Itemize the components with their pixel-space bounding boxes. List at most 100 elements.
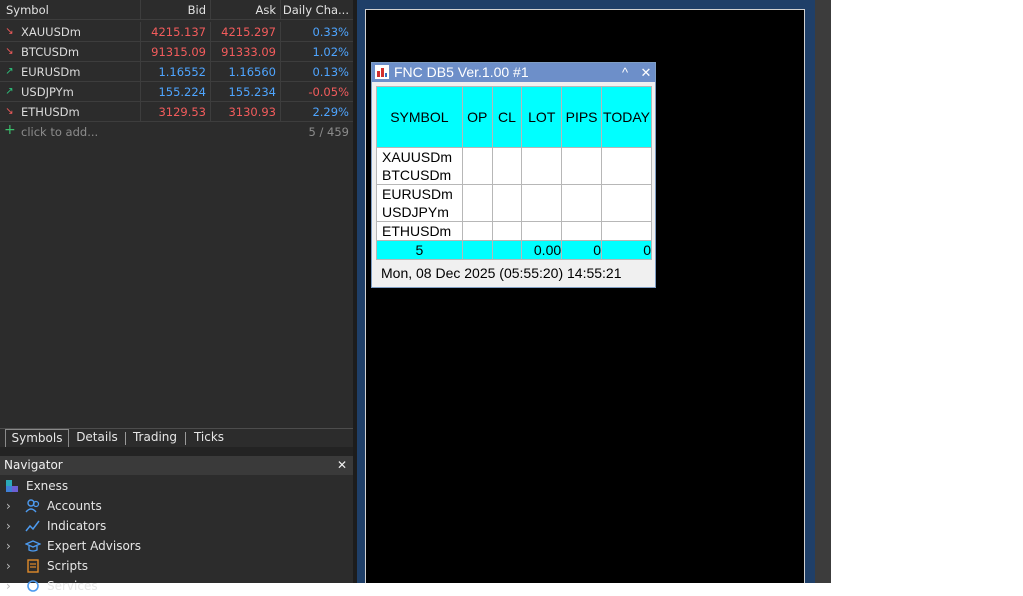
navigator-item-indicators[interactable]: › Indicators bbox=[0, 516, 353, 536]
chevron-right-icon[interactable]: › bbox=[6, 536, 16, 556]
close-icon[interactable]: ✕ bbox=[637, 63, 655, 82]
symbol-name: XAUUSDm bbox=[21, 25, 81, 39]
services-icon bbox=[27, 580, 39, 592]
daily-change: -0.05% bbox=[308, 85, 349, 99]
header-ask[interactable]: Ask bbox=[211, 0, 281, 19]
symbol-cell[interactable]: ↘ XAUUSDm bbox=[0, 22, 141, 41]
tab-ticks[interactable]: Ticks bbox=[189, 429, 229, 448]
tab-symbols[interactable]: Symbols bbox=[5, 429, 69, 448]
header-symbol[interactable]: Symbol bbox=[0, 0, 141, 19]
col-symbol: SYMBOL bbox=[376, 86, 463, 148]
symbol-count: 5 / 459 bbox=[308, 125, 349, 139]
navigator-label: Accounts bbox=[47, 499, 102, 513]
navigator-root-label: Exness bbox=[26, 479, 69, 493]
symbol-name: EURUSDm bbox=[21, 65, 81, 79]
symbol-cell[interactable]: ↘ ETHUSDm bbox=[0, 102, 141, 121]
arrow-down-icon: ↘ bbox=[5, 106, 14, 117]
tab-separator bbox=[185, 432, 186, 445]
market-watch-row[interactable]: ↘ BTCUSDm 91315.09 91333.09 1.02% bbox=[0, 42, 353, 62]
dialog-datetime: Mon, 08 Dec 2025 (05:55:20) 14:55:21 bbox=[381, 265, 622, 281]
market-watch-row[interactable]: ↘ ETHUSDm 3129.53 3130.93 2.29% bbox=[0, 102, 353, 122]
daily-change: 0.13% bbox=[312, 65, 349, 79]
dialog-title: FNC DB5 Ver.1.00 #1 bbox=[394, 64, 529, 80]
fnc-header-row: SYMBOL OP CL LOT PIPS TODAY bbox=[376, 86, 653, 148]
fnc-body-row: XAUUSDm BTCUSDm EURUSDm USDJPYm ETHUSDm bbox=[376, 147, 653, 241]
daily-change: 0.33% bbox=[312, 25, 349, 39]
market-watch-row[interactable]: ↗ EURUSDm 1.16552 1.16560 0.13% bbox=[0, 62, 353, 82]
symbol-cell[interactable]: ↘ BTCUSDm bbox=[0, 42, 141, 61]
summary-cl bbox=[491, 240, 523, 260]
navigator-label: Expert Advisors bbox=[47, 539, 141, 553]
navigator-item-services[interactable]: › Services bbox=[0, 576, 353, 596]
plus-icon: + bbox=[4, 122, 16, 138]
lot-cell bbox=[521, 147, 563, 241]
fnc-symbol: EURUSDm bbox=[382, 186, 453, 202]
collapse-icon[interactable]: ^ bbox=[616, 63, 634, 82]
market-watch-row[interactable]: ↘ XAUUSDm 4215.137 4215.297 0.33% bbox=[0, 22, 353, 42]
summary-op bbox=[461, 240, 493, 260]
symbol-cell[interactable]: ↗ EURUSDm bbox=[0, 62, 141, 81]
add-symbol-row[interactable]: + click to add... 5 / 459 bbox=[0, 122, 353, 142]
col-pips: PIPS bbox=[561, 86, 602, 148]
symbol-cell[interactable]: ↗ USDJPYm bbox=[0, 82, 141, 101]
col-op: OP bbox=[461, 86, 493, 148]
navigator-panel: Navigator ✕ Exness › Accounts › Indicato… bbox=[0, 456, 353, 593]
header-bid[interactable]: Bid bbox=[141, 0, 211, 19]
cl-cell bbox=[491, 147, 523, 241]
chevron-right-icon[interactable]: › bbox=[6, 516, 16, 536]
daily-change: 2.29% bbox=[312, 105, 349, 119]
ask-price: 3130.93 bbox=[211, 102, 281, 121]
panel-gap bbox=[0, 447, 353, 456]
navigator-root-exness[interactable]: Exness bbox=[0, 476, 353, 496]
market-watch-header: Symbol Bid Ask Daily Cha... bbox=[0, 0, 353, 20]
op-cell bbox=[461, 147, 493, 241]
expert-advisor-icon bbox=[25, 540, 41, 552]
market-watch-row[interactable]: ↗ USDJPYm 155.224 155.234 -0.05% bbox=[0, 82, 353, 102]
daily-change: 1.02% bbox=[312, 45, 349, 59]
tab-details[interactable]: Details bbox=[72, 429, 122, 448]
navigator-item-scripts[interactable]: › Scripts bbox=[0, 556, 353, 576]
col-lot: LOT bbox=[521, 86, 563, 148]
fnc-table: SYMBOL OP CL LOT PIPS TODAY XAUUSDm BTCU… bbox=[376, 86, 653, 260]
chevron-right-icon[interactable]: › bbox=[6, 576, 16, 596]
market-watch-tabs: Symbols Details Trading Ticks bbox=[0, 428, 353, 448]
fnc-symbol: ETHUSDm bbox=[382, 223, 452, 239]
symbol-name: ETHUSDm bbox=[21, 105, 80, 119]
navigator-label: Services bbox=[47, 579, 98, 593]
navigator-item-expert-advisors[interactable]: › Expert Advisors bbox=[0, 536, 353, 556]
ask-price: 1.16560 bbox=[211, 62, 281, 81]
add-symbol-label[interactable]: click to add... bbox=[21, 122, 221, 142]
tab-separator bbox=[125, 432, 126, 445]
fnc-symbol: XAUUSDm bbox=[382, 149, 453, 165]
arrow-down-icon: ↘ bbox=[5, 26, 14, 37]
chart-right-edge bbox=[815, 0, 831, 583]
arrow-down-icon: ↘ bbox=[5, 46, 14, 57]
bid-price: 1.16552 bbox=[141, 62, 211, 81]
exness-logo-icon bbox=[6, 480, 18, 492]
symbol-list: XAUUSDm BTCUSDm EURUSDm USDJPYm ETHUSDm bbox=[376, 147, 463, 241]
today-cell bbox=[600, 147, 653, 241]
navigator-label: Indicators bbox=[47, 519, 107, 533]
navigator-item-accounts[interactable]: › Accounts bbox=[0, 496, 353, 516]
chevron-right-icon[interactable]: › bbox=[6, 556, 16, 576]
summary-lot: 0.00 bbox=[521, 240, 563, 260]
symbol-name: BTCUSDm bbox=[21, 45, 80, 59]
pips-cell bbox=[561, 147, 602, 241]
app-icon bbox=[375, 65, 389, 79]
tab-trading[interactable]: Trading bbox=[129, 429, 181, 448]
header-daily-change[interactable]: Daily Cha... bbox=[281, 0, 353, 19]
col-cl: CL bbox=[491, 86, 523, 148]
bid-price: 155.224 bbox=[141, 82, 211, 101]
bid-price: 4215.137 bbox=[141, 22, 211, 41]
close-icon[interactable]: ✕ bbox=[337, 456, 347, 475]
bid-price: 3129.53 bbox=[141, 102, 211, 121]
navigator-title: Navigator bbox=[4, 458, 63, 472]
summary-count: 5 bbox=[376, 240, 463, 260]
summary-today: 0 bbox=[600, 240, 653, 260]
dialog-title-bar[interactable]: FNC DB5 Ver.1.00 #1 ^ ✕ bbox=[372, 63, 655, 82]
fnc-symbol: USDJPYm bbox=[377, 203, 462, 222]
fnc-dialog: FNC DB5 Ver.1.00 #1 ^ ✕ SYMBOL OP CL LOT… bbox=[371, 62, 656, 288]
chevron-right-icon[interactable]: › bbox=[6, 496, 16, 516]
col-today: TODAY bbox=[600, 86, 653, 148]
bid-price: 91315.09 bbox=[141, 42, 211, 61]
